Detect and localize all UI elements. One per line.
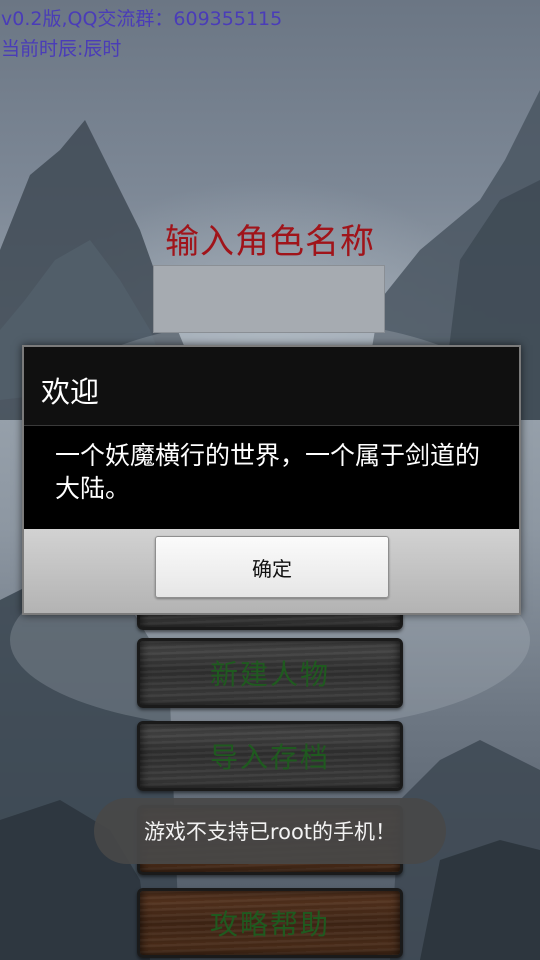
root-warning-toast: 游戏不支持已root的手机！: [94, 798, 446, 864]
dialog-button-bar: 确定: [24, 529, 519, 613]
character-name-input[interactable]: [153, 265, 385, 333]
import-save-button[interactable]: 导入存档: [137, 721, 403, 791]
welcome-dialog: 欢迎 一个妖魔横行的世界，一个属于剑道的大陆。 确定: [22, 345, 521, 615]
dialog-title: 欢迎: [41, 375, 100, 409]
dialog-message: 一个妖魔横行的世界，一个属于剑道的大陆。: [55, 441, 481, 503]
ok-button[interactable]: 确定: [155, 536, 389, 598]
character-name-title: 输入角色名称: [165, 222, 375, 262]
version-qq-group-text: v0.2版,QQ交流群：609355115: [1, 8, 283, 30]
new-character-button[interactable]: 新建人物: [137, 638, 403, 708]
strategy-help-button[interactable]: 攻略帮助: [137, 888, 403, 958]
current-time-period-text: 当前时辰:辰时: [1, 38, 122, 60]
dialog-title-bar: 欢迎: [24, 347, 519, 426]
